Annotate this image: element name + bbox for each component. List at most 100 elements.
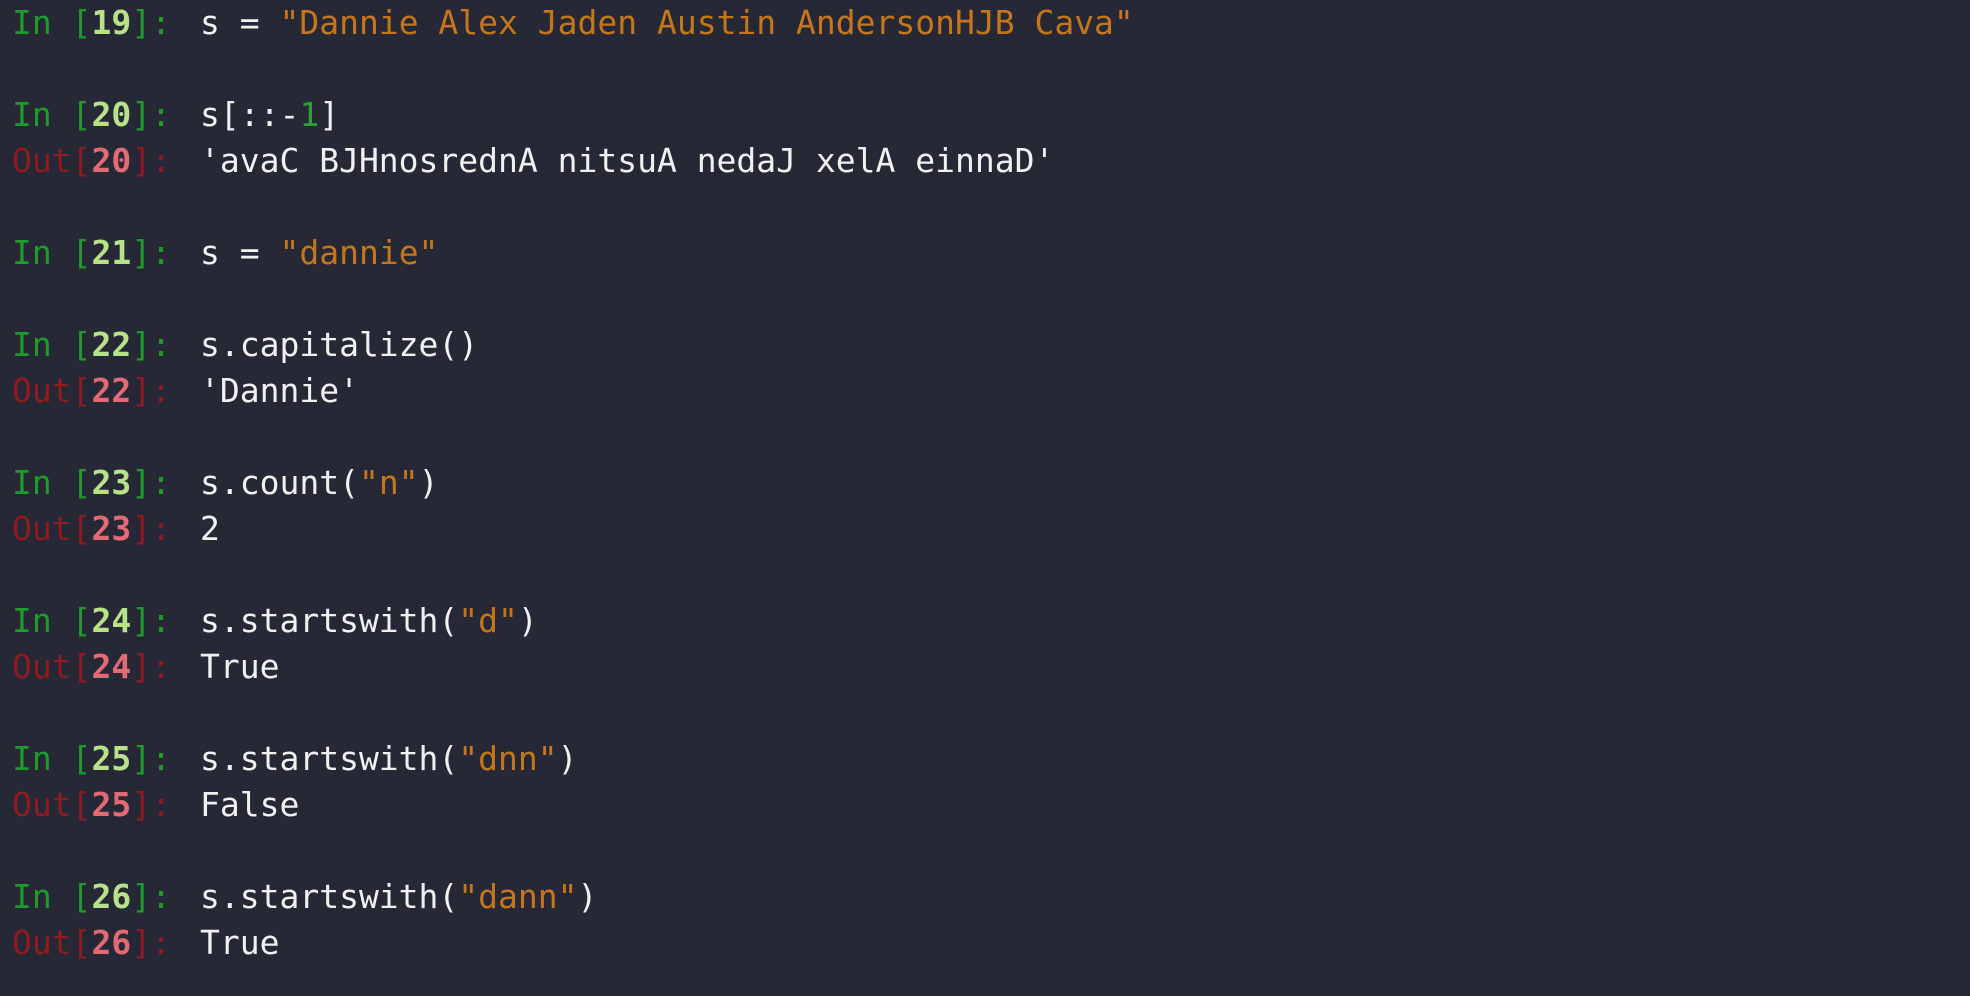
code-token[interactable]: ) — [518, 601, 538, 640]
input-prompt-bracket-open: [ — [71, 463, 92, 502]
output-prompt-bracket-close: ] — [131, 141, 152, 180]
output-cell-number: 26 — [91, 923, 132, 962]
input-prompt-label: In — [12, 95, 52, 134]
output-prompt-bracket-open: [ — [71, 141, 92, 180]
output-value: True — [200, 923, 280, 962]
output-prompt: Out[22]: — [12, 368, 200, 414]
code-token[interactable]: s.capitalize() — [200, 325, 478, 364]
input-cell-number: 19 — [91, 3, 132, 42]
output-prompt-colon: : — [151, 785, 191, 824]
code-token[interactable]: ) — [578, 877, 598, 916]
output-prompt-bracket-open: [ — [71, 785, 92, 824]
code-token[interactable]: s = — [200, 233, 279, 272]
code-token[interactable]: s = — [200, 3, 279, 42]
output-prompt: Out[20]: — [12, 138, 200, 184]
output-prompt: Out[26]: — [12, 920, 200, 966]
input-line[interactable]: In [20]: s[::-1] — [12, 92, 1970, 138]
input-prompt-bracket-close: ] — [131, 739, 152, 778]
input-prompt: In [23]: — [12, 460, 200, 506]
code-token[interactable]: ) — [558, 739, 578, 778]
input-prompt: In [21]: — [12, 230, 200, 276]
output-prompt: Out[24]: — [12, 644, 200, 690]
output-value: 'Dannie' — [200, 371, 359, 410]
input-prompt-label: In — [12, 3, 52, 42]
input-line[interactable]: In [22]: s.capitalize() — [12, 322, 1970, 368]
input-prompt-colon: : — [151, 95, 191, 134]
input-prompt-bracket-close: ] — [131, 325, 152, 364]
output-cell-number: 25 — [91, 785, 132, 824]
input-prompt-label: In — [12, 601, 52, 640]
input-prompt-label: In — [12, 463, 52, 502]
input-line[interactable]: In [26]: s.startswith("dann") — [12, 874, 1970, 920]
output-line: Out[24]: True — [12, 644, 1970, 690]
code-token[interactable]: s.startswith( — [200, 601, 458, 640]
output-line: Out[20]: 'avaC BJHnosrednA nitsuA nedaJ … — [12, 138, 1970, 184]
input-cell-number: 24 — [91, 601, 132, 640]
output-prompt-colon: : — [151, 923, 191, 962]
input-cell-number: 23 — [91, 463, 132, 502]
output-line: Out[25]: False — [12, 782, 1970, 828]
input-prompt-bracket-open: [ — [71, 95, 92, 134]
input-prompt-bracket-close: ] — [131, 233, 152, 272]
input-prompt-bracket-close: ] — [131, 95, 152, 134]
input-prompt-bracket-close: ] — [131, 463, 152, 502]
input-cell-number: 22 — [91, 325, 132, 364]
input-prompt-bracket-open: [ — [71, 601, 92, 640]
code-token[interactable]: 1 — [299, 95, 319, 134]
input-line[interactable]: In [19]: s = "Dannie Alex Jaden Austin A… — [12, 0, 1970, 46]
input-prompt-bracket-close: ] — [131, 3, 152, 42]
input-prompt-colon: : — [151, 325, 191, 364]
input-cell-number: 21 — [91, 233, 132, 272]
code-token[interactable]: s.startswith( — [200, 739, 458, 778]
output-prompt-label: Out — [12, 923, 72, 962]
input-cell-number: 20 — [91, 95, 132, 134]
output-prompt: Out[23]: — [12, 506, 200, 552]
output-prompt-bracket-close: ] — [131, 785, 152, 824]
input-line[interactable]: In [24]: s.startswith("d") — [12, 598, 1970, 644]
input-prompt-colon: : — [151, 233, 191, 272]
input-prompt: In [26]: — [12, 874, 200, 920]
code-token[interactable]: "dannie" — [279, 233, 438, 272]
input-line[interactable]: In [21]: s = "dannie" — [12, 230, 1970, 276]
input-prompt-bracket-close: ] — [131, 877, 152, 916]
output-prompt-bracket-open: [ — [71, 647, 92, 686]
output-prompt-label: Out — [12, 785, 72, 824]
input-line[interactable]: In [23]: s.count("n") — [12, 460, 1970, 506]
code-token[interactable]: s[::- — [200, 95, 299, 134]
code-token[interactable]: "dnn" — [458, 739, 557, 778]
output-prompt-bracket-open: [ — [71, 509, 92, 548]
input-line[interactable]: In [25]: s.startswith("dnn") — [12, 736, 1970, 782]
code-token[interactable]: s.count( — [200, 463, 359, 502]
output-value: 'avaC BJHnosrednA nitsuA nedaJ xelA einn… — [200, 141, 1055, 180]
input-prompt-bracket-open: [ — [71, 877, 92, 916]
input-prompt-colon: : — [151, 877, 191, 916]
output-prompt-label: Out — [12, 509, 72, 548]
ipython-terminal[interactable]: In [19]: s = "Dannie Alex Jaden Austin A… — [0, 0, 1970, 996]
input-prompt-bracket-open: [ — [71, 325, 92, 364]
code-token[interactable]: ] — [319, 95, 339, 134]
input-prompt-label: In — [12, 877, 52, 916]
code-token[interactable]: "d" — [458, 601, 518, 640]
code-token[interactable]: "n" — [359, 463, 419, 502]
code-token[interactable]: s.startswith( — [200, 877, 458, 916]
output-prompt-bracket-close: ] — [131, 647, 152, 686]
output-prompt-colon: : — [151, 141, 191, 180]
code-token[interactable]: "dann" — [458, 877, 577, 916]
output-prompt-bracket-close: ] — [131, 923, 152, 962]
output-value: False — [200, 785, 300, 824]
output-cell-number: 20 — [91, 141, 132, 180]
output-prompt-label: Out — [12, 371, 72, 410]
input-prompt: In [20]: — [12, 92, 200, 138]
input-prompt: In [25]: — [12, 736, 200, 782]
input-prompt-bracket-open: [ — [71, 3, 92, 42]
code-token[interactable]: "Dannie Alex Jaden Austin AndersonHJB Ca… — [279, 3, 1133, 42]
output-prompt-label: Out — [12, 647, 72, 686]
output-prompt-label: Out — [12, 141, 72, 180]
output-prompt-bracket-close: ] — [131, 371, 152, 410]
output-line: Out[22]: 'Dannie' — [12, 368, 1970, 414]
code-token[interactable]: ) — [419, 463, 439, 502]
